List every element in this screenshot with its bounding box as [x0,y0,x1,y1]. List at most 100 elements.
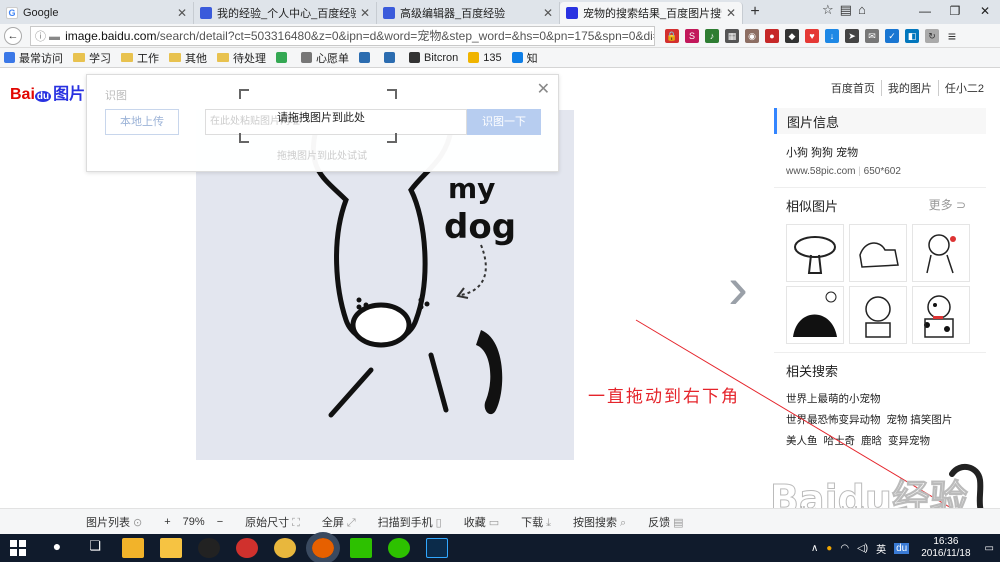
app-document-icon[interactable] [122,538,144,558]
bookmark-item[interactable] [276,52,291,63]
search-image-button[interactable]: 识图一下 [467,109,541,135]
pocket-icon[interactable]: ♥ [805,28,819,43]
bookmark-item[interactable]: Bitcron [409,52,458,64]
related-link[interactable]: 宠物 搞笑图片 [887,414,953,426]
netease-music-icon[interactable] [236,538,258,558]
download-button[interactable]: 下载 ⤓ [521,514,551,530]
close-icon[interactable]: ✕ [177,6,187,20]
firefox-icon[interactable] [306,532,340,562]
scan-to-phone-button[interactable]: 扫描到手机 ▯ [378,514,442,530]
related-link[interactable]: 变异宠物 [888,435,930,447]
more-link[interactable]: 更多 ⊃ [929,196,966,216]
fullscreen-button[interactable]: 全屏 ⤢ [322,514,356,530]
zoom-in-button[interactable]: + [164,516,170,528]
volume-icon[interactable]: ◁) [857,543,868,554]
bookmark-item[interactable]: 知 [511,50,538,66]
bookmark-item[interactable]: 工作 [121,50,159,66]
chevron-up-icon[interactable]: ∧ [811,543,818,554]
related-link[interactable]: 鹿晗 [861,435,882,447]
input-method[interactable]: 英 [876,541,886,556]
favorite-button[interactable]: 收藏 ▭ [464,514,499,530]
shield-icon[interactable]: ◆ [785,28,799,43]
bookmark-item[interactable]: 心愿单 [301,50,349,66]
home-icon[interactable]: ⌂ [858,2,866,18]
windows-start-icon[interactable] [8,538,30,558]
search-by-image-button[interactable]: 按图搜索 ⌕ [573,514,626,530]
checkbox-icon[interactable]: ✓ [885,28,899,43]
bookmark-item[interactable]: 135 [468,52,502,64]
close-window-button[interactable]: ✕ [970,0,1000,24]
wechat-2-icon[interactable] [388,538,410,558]
similar-image-thumb[interactable] [786,286,844,344]
close-icon[interactable]: ✕ [543,6,553,20]
bookmark-item[interactable] [359,52,374,63]
close-icon[interactable]: ✕ [360,6,370,20]
chrome-icon[interactable] [274,538,296,558]
star-icon[interactable]: ☆ [822,2,834,18]
next-image-arrow[interactable]: › [728,258,748,318]
reload-icon[interactable]: ↻ [925,28,939,43]
maximize-button[interactable]: ❐ [940,0,970,24]
notification-icon[interactable]: ▭ [985,543,994,554]
related-link[interactable]: 美人鱼 [786,435,818,447]
address-bar[interactable]: ⓘ ▬ image.baidu.com /search/detail?ct=50… [30,25,655,46]
qr-icon[interactable]: ▦ [725,28,739,43]
similar-image-thumb[interactable] [849,224,907,282]
reading-list-icon[interactable]: ▤ [840,2,852,18]
link-user[interactable]: 任小二2 [937,80,990,96]
image-list-button[interactable]: 图片列表 ⊙ [86,514,142,530]
link-baidu-home[interactable]: 百度首页 [825,80,881,96]
mail-icon[interactable]: ✉ [865,28,879,43]
download-icon[interactable]: ↓ [825,28,839,43]
link-my-images[interactable]: 我的图片 [880,80,938,96]
close-icon[interactable]: ✕ [726,6,736,20]
menu-icon[interactable]: ≡ [945,29,959,43]
bookmark-item[interactable]: 学习 [73,50,111,66]
feedback-button[interactable]: 反馈 ▤ [648,514,683,530]
lock-icon[interactable]: 🔒 [665,28,679,43]
similar-image-thumb[interactable] [786,224,844,282]
info-icon[interactable]: ⓘ ▬ [35,28,60,44]
cortana-icon[interactable]: ● [46,538,68,558]
drop-zone[interactable]: 请拖拽图片到此处 [239,89,397,143]
local-upload-button[interactable]: 本地上传 [105,109,179,135]
qq-icon[interactable] [198,538,220,558]
clock[interactable]: 16:36 2016/11/18 [921,536,970,560]
file-explorer-icon[interactable] [160,538,182,558]
screenshot-icon[interactable]: ◧ [905,28,919,43]
tab-google[interactable]: G Google ✕ [0,2,194,24]
tab-advanced-editor[interactable]: 高级编辑器_百度经验 ✕ [377,2,560,24]
bookmark-item[interactable] [384,52,399,63]
send-icon[interactable]: ➤ [845,28,859,43]
zoom-out-button[interactable]: − [217,516,223,528]
related-link[interactable]: 世界最恐怖变异动物 [786,414,881,426]
baidu-logo[interactable]: Bai du 图片 [10,80,85,104]
photoshop-icon[interactable] [426,538,448,558]
tray-app-icon[interactable]: ● [826,543,832,554]
bookmark-item[interactable]: 其他 [169,50,207,66]
tab-jingyan-center[interactable]: 我的经验_个人中心_百度经验 ✕ [194,2,377,24]
baidu-tray-icon[interactable]: du [894,542,910,554]
related-link[interactable]: 哈士奇 [824,435,856,447]
extension-s-icon[interactable]: S [685,28,699,43]
similar-image-thumb[interactable] [912,224,970,282]
back-button[interactable]: ← [4,26,22,45]
bookmark-item[interactable]: 待处理 [217,50,266,66]
wechat-icon[interactable] [350,538,372,558]
minimize-button[interactable]: — [910,0,940,24]
close-icon[interactable]: ✕ [537,79,550,99]
task-view-icon[interactable]: ❏ [84,538,106,558]
new-tab-button[interactable]: + [743,2,767,24]
related-link[interactable]: 世界上最萌的小宠物 [786,393,881,405]
bookmark-item[interactable]: 最常访问 [4,50,63,66]
speaker-icon[interactable]: ♪ [705,28,719,43]
monkey-icon[interactable]: ◉ [745,28,759,43]
similar-image-thumb[interactable] [912,286,970,344]
original-size-button[interactable]: 原始尺寸 ⛶ [245,514,300,530]
image-tags[interactable]: 小狗 狗狗 宠物 [774,144,986,160]
wifi-icon[interactable]: ◠ [840,543,849,554]
adblock-icon[interactable]: ● [765,28,779,43]
similar-image-thumb[interactable] [849,286,907,344]
tab-pet-search[interactable]: 宠物的搜索结果_百度图片搜索 ✕ [560,2,743,24]
image-source[interactable]: www.58pic.com [786,166,855,177]
